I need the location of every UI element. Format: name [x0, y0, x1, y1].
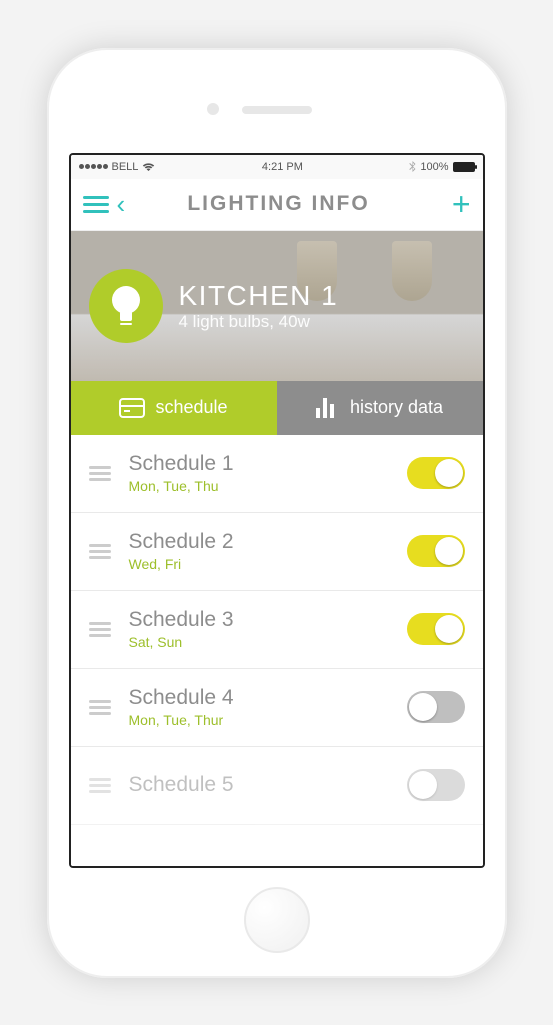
schedule-toggle[interactable]	[407, 613, 465, 645]
schedule-icon	[119, 398, 145, 418]
schedule-row[interactable]: Schedule 1 Mon, Tue, Thu	[71, 435, 483, 513]
schedule-title: Schedule 1	[129, 452, 389, 476]
schedule-title: Schedule 4	[129, 686, 389, 710]
nav-bar: ‹ LIGHTING INFO +	[71, 179, 483, 231]
schedule-row[interactable]: Schedule 2 Wed, Fri	[71, 513, 483, 591]
schedule-row[interactable]: Schedule 4 Mon, Tue, Thur	[71, 669, 483, 747]
schedule-toggle[interactable]	[407, 769, 465, 801]
carrier-label: BELL	[112, 161, 139, 173]
bar-chart-icon	[316, 398, 340, 418]
home-button[interactable]	[244, 887, 310, 953]
schedule-row[interactable]: Schedule 5	[71, 747, 483, 825]
status-time: 4:21 PM	[262, 161, 303, 173]
battery-icon	[453, 162, 475, 172]
schedule-toggle[interactable]	[407, 535, 465, 567]
tab-schedule-label: schedule	[155, 397, 227, 418]
schedule-days: Mon, Tue, Thur	[129, 712, 389, 728]
schedule-list: Schedule 1 Mon, Tue, Thu Schedule 2 Wed, Fr…	[71, 435, 483, 866]
drag-handle-icon[interactable]	[89, 463, 111, 484]
schedule-toggle[interactable]	[407, 457, 465, 489]
schedule-title: Schedule 3	[129, 608, 389, 632]
schedule-title: Schedule 5	[129, 773, 389, 797]
signal-dots-icon	[79, 164, 108, 169]
tab-schedule[interactable]: schedule	[71, 381, 277, 435]
schedule-days: Mon, Tue, Thu	[129, 478, 389, 494]
page-title: LIGHTING INFO	[113, 192, 444, 216]
schedule-toggle[interactable]	[407, 691, 465, 723]
wifi-icon	[142, 162, 155, 172]
drag-handle-icon[interactable]	[89, 541, 111, 562]
schedule-row[interactable]: Schedule 3 Sat, Sun	[71, 591, 483, 669]
battery-percent: 100%	[420, 161, 448, 173]
schedule-days: Wed, Fri	[129, 556, 389, 572]
schedule-days: Sat, Sun	[129, 634, 389, 650]
status-bar: BELL 4:21 PM 100%	[71, 155, 483, 179]
screen: BELL 4:21 PM 100% ‹ LIGHTING INFO +	[69, 153, 485, 868]
room-subtitle: 4 light bulbs, 40w	[179, 312, 339, 332]
tab-history[interactable]: history data	[277, 381, 483, 435]
lightbulb-icon	[89, 269, 163, 343]
phone-frame: BELL 4:21 PM 100% ‹ LIGHTING INFO +	[47, 48, 507, 978]
add-button[interactable]: +	[452, 188, 471, 220]
drag-handle-icon[interactable]	[89, 619, 111, 640]
hero-banner: KITCHEN 1 4 light bulbs, 40w	[71, 231, 483, 381]
menu-icon[interactable]	[83, 192, 109, 217]
drag-handle-icon[interactable]	[89, 697, 111, 718]
device-speaker	[242, 106, 312, 114]
room-title: KITCHEN 1	[179, 280, 339, 312]
drag-handle-icon[interactable]	[89, 775, 111, 796]
bluetooth-icon	[409, 161, 416, 173]
tab-bar: schedule history data	[71, 381, 483, 435]
tab-history-label: history data	[350, 397, 443, 418]
device-camera	[207, 103, 219, 115]
schedule-title: Schedule 2	[129, 530, 389, 554]
